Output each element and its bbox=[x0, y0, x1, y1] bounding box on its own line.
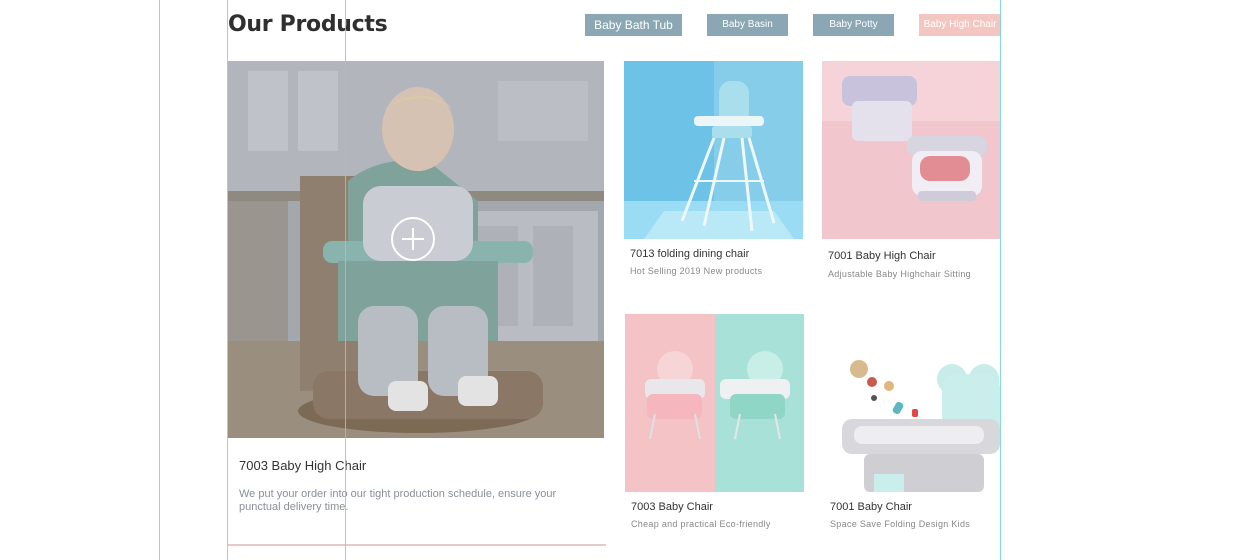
product-image[interactable] bbox=[624, 61, 803, 239]
baby-booster-seat-photo bbox=[822, 61, 1000, 239]
plus-circle-icon[interactable] bbox=[391, 217, 435, 261]
tab-baby-high-chair[interactable]: Baby High Chair bbox=[919, 14, 1001, 36]
product-card[interactable]: 7001 Baby High Chair Adjustable Baby Hig… bbox=[822, 61, 1000, 294]
tab-baby-potty[interactable]: Baby Potty bbox=[813, 14, 894, 36]
product-subtitle: Hot Selling 2019 New products bbox=[630, 266, 763, 276]
guide-line bbox=[1000, 0, 1001, 560]
product-title[interactable]: 7001 Baby High Chair bbox=[828, 250, 936, 262]
featured-product[interactable]: 7003 Baby High Chair We put your order i… bbox=[228, 61, 606, 546]
folding-dining-chair-photo bbox=[624, 61, 803, 239]
folding-kids-chair-photo bbox=[824, 314, 1000, 492]
featured-product-image[interactable] bbox=[228, 61, 604, 438]
section-title: Our Products bbox=[228, 12, 388, 37]
featured-product-title[interactable]: 7003 Baby High Chair bbox=[239, 458, 366, 473]
guide-line bbox=[159, 0, 160, 560]
featured-divider bbox=[228, 544, 606, 546]
product-image[interactable] bbox=[824, 314, 1000, 492]
product-title[interactable]: 7013 folding dining chair bbox=[630, 248, 749, 260]
product-card[interactable]: 7001 Baby Chair Space Save Folding Desig… bbox=[824, 314, 1000, 545]
tab-baby-basin[interactable]: Baby Basin bbox=[707, 14, 788, 36]
product-card[interactable]: 7013 folding dining chair Hot Selling 20… bbox=[624, 61, 803, 290]
product-card[interactable]: 7003 Baby Chair Cheap and practical Eco-… bbox=[625, 314, 804, 545]
product-subtitle: Adjustable Baby Highchair Sitting bbox=[828, 269, 971, 279]
product-subtitle: Space Save Folding Design Kids bbox=[830, 519, 971, 529]
product-title[interactable]: 7003 Baby Chair bbox=[631, 501, 713, 513]
baby-chair-pink-mint-photo bbox=[625, 314, 804, 492]
featured-product-description: We put your order into our tight product… bbox=[239, 488, 557, 513]
product-subtitle: Cheap and practical Eco-friendly bbox=[631, 519, 771, 529]
product-image[interactable] bbox=[822, 61, 1000, 239]
product-image[interactable] bbox=[625, 314, 804, 492]
tab-baby-bath-tub[interactable]: Baby Bath Tub bbox=[585, 14, 682, 36]
product-title[interactable]: 7001 Baby Chair bbox=[830, 501, 912, 513]
